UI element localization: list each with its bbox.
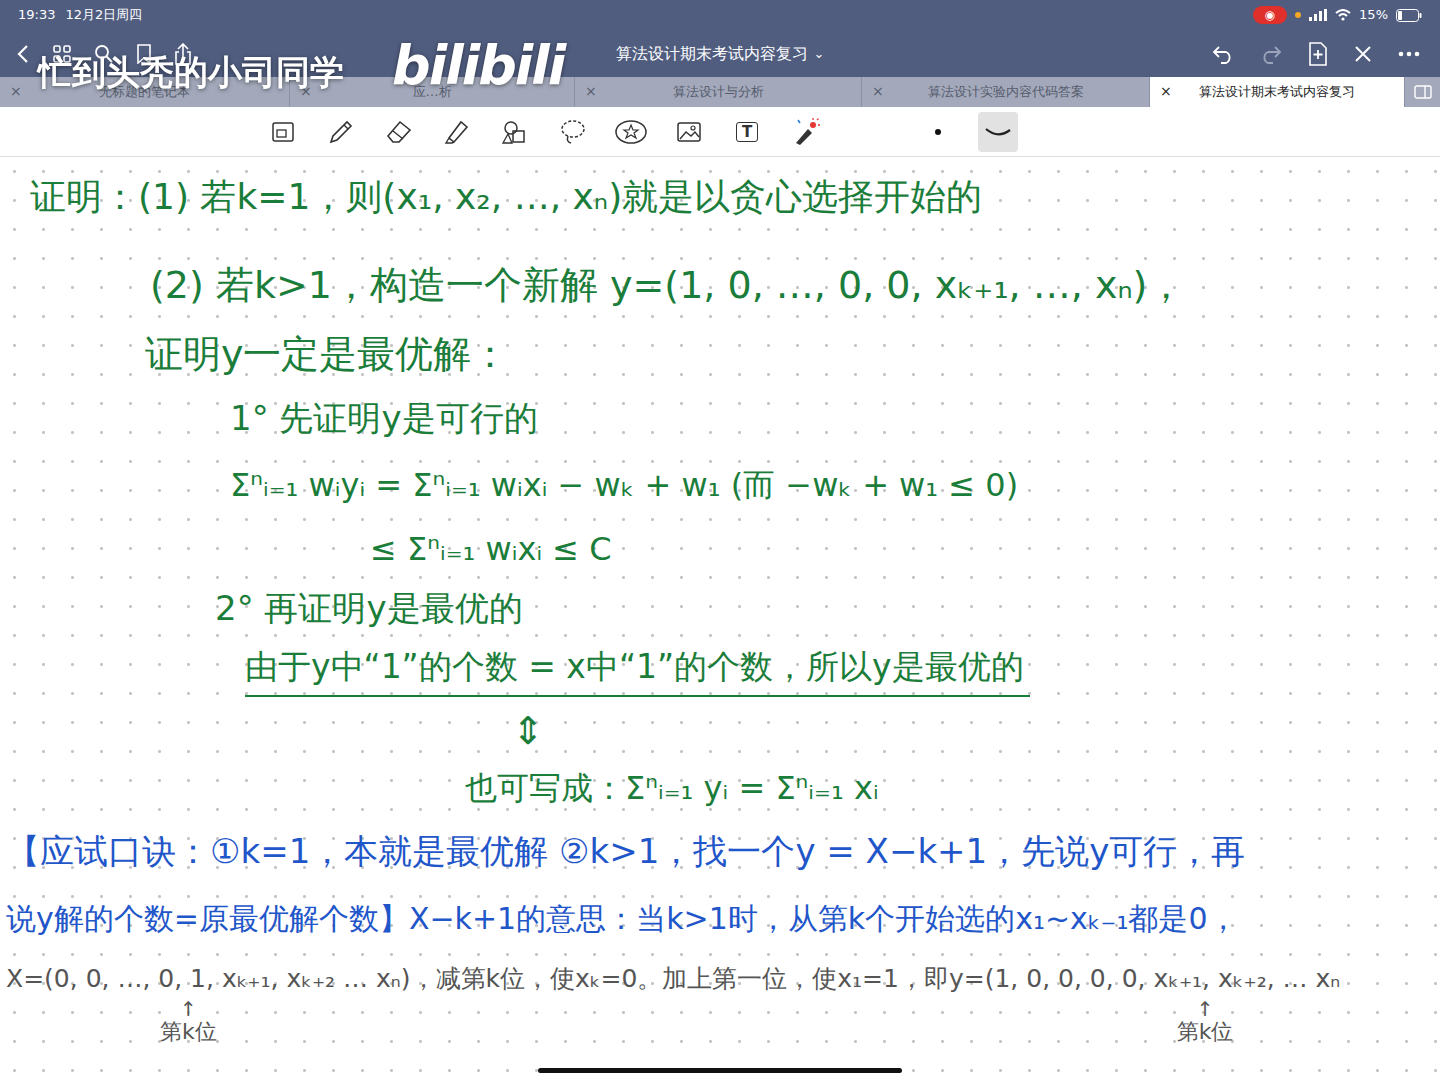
watermark-author: 忙到头秃的小司同学 [38, 50, 344, 94]
tab-close-button[interactable]: × [1160, 81, 1172, 102]
note-line: ⇕ [512, 707, 1440, 757]
status-bar: 19:33 12月2日周四 ◉ 15% [0, 0, 1440, 30]
annotation-row: ↑第k位↑第k位 [0, 999, 1440, 1059]
zoom-window-icon[interactable] [254, 112, 312, 152]
add-page-icon[interactable] [1308, 42, 1328, 66]
more-icon[interactable] [1398, 51, 1420, 57]
note-line: 2° 再证明y是最优的 [215, 581, 1440, 635]
mic-dot-icon [1295, 12, 1301, 18]
image-icon[interactable] [660, 112, 718, 152]
note-line: (2) 若k>1，构造一个新解 y=(1, 0, …, 0, 0, xₖ₊₁, … [150, 255, 1440, 317]
laser-pointer-icon[interactable] [776, 112, 834, 152]
tab-close-button[interactable]: × [872, 81, 884, 102]
tab-label: 算法设计期末考试内容复习 [1199, 82, 1355, 102]
tab-close-button[interactable]: × [585, 81, 597, 102]
tab[interactable]: × 算法设计与分析 [575, 77, 862, 107]
note-line: 1° 先证明y是可行的 [230, 389, 1440, 447]
text-box: T [736, 122, 758, 142]
recording-indicator: ◉ [1253, 6, 1287, 24]
back-icon[interactable] [16, 44, 30, 64]
battery-level: 15% [1359, 5, 1388, 25]
annotation-label: 第k位 [160, 1020, 217, 1043]
tab-close-button[interactable]: × [10, 81, 22, 102]
pen-icon[interactable] [312, 112, 370, 152]
home-indicator [538, 1068, 902, 1073]
position-annotation: ↑第k位 [1177, 999, 1234, 1043]
note-line: 证明y一定是最优解： [145, 325, 1440, 385]
arrow-mark: ↑ [180, 999, 197, 1020]
note-line: 由于y中“1”的个数 = x中“1”的个数，所以y是最优的 [245, 639, 1030, 697]
highlighter-icon[interactable] [428, 112, 486, 152]
eraser-icon[interactable] [370, 112, 428, 152]
tab[interactable]: × 算法设计实验内容代码答案 [862, 77, 1150, 107]
wifi-icon [1335, 9, 1351, 21]
shapes-icon[interactable] [486, 112, 544, 152]
note-line: 证明：(1) 若k=1，则(x₁, x₂, …, xₙ)就是以贪心选择开始的 [30, 165, 1440, 229]
close-icon[interactable] [1354, 45, 1372, 63]
color-dot-icon[interactable] [918, 112, 958, 152]
battery-icon [1396, 9, 1422, 22]
tab-label: 算法设计实验内容代码答案 [928, 82, 1084, 102]
note-line: 【应试口诀：①k=1，本就是最优解 ②k>1，找一个y = X−k+1，先说y可… [6, 819, 1440, 883]
annotation-label: 第k位 [1177, 1020, 1234, 1043]
date: 12月2日周四 [65, 5, 142, 25]
note-page[interactable]: 证明：(1) 若k=1，则(x₁, x₂, …, xₙ)就是以贪心选择开始的 (2… [0, 157, 1440, 1080]
redo-icon[interactable] [1260, 44, 1282, 64]
arrow-mark: ↑ [1197, 999, 1214, 1020]
drawing-toolbar: T [0, 107, 1440, 157]
watermark-logo: bilibili [392, 34, 564, 98]
note-line: 也可写成：Σⁿᵢ₌₁ yᵢ = Σⁿᵢ₌₁ xᵢ [465, 759, 1440, 817]
lasso-icon[interactable] [544, 112, 602, 152]
document-title[interactable]: 算法设计期末考试内容复习 ⌄ [556, 42, 884, 66]
tab[interactable]: × 算法设计期末考试内容复习 [1150, 77, 1405, 107]
signal-icon [1309, 9, 1327, 21]
note-line: Σⁿᵢ₌₁ wᵢyᵢ = Σⁿᵢ₌₁ wᵢxᵢ − wₖ + w₁ (而 −wₖ… [230, 455, 1440, 515]
tab-label: 算法设计与分析 [673, 82, 764, 102]
note-line: ≤ Σⁿᵢ₌₁ wᵢxᵢ ≤ C [370, 521, 1440, 577]
clock: 19:33 [18, 5, 55, 25]
note-line: 说y解的个数=原最优解个数】X−k+1的意思：当k>1时，从第k个开始选的x₁~… [6, 889, 1440, 949]
sticker-icon[interactable] [602, 112, 660, 152]
tab-overview-icon[interactable] [1405, 77, 1440, 107]
text-tool-icon[interactable]: T [718, 112, 776, 152]
stroke-width-icon[interactable] [978, 112, 1018, 152]
position-annotation: ↑第k位 [160, 999, 217, 1043]
note-line: X=(0, 0, …, 0, 1, xₖ₊₁, xₖ₊₂ … xₙ)，减第k位，… [6, 959, 1440, 999]
undo-icon[interactable] [1212, 44, 1234, 64]
